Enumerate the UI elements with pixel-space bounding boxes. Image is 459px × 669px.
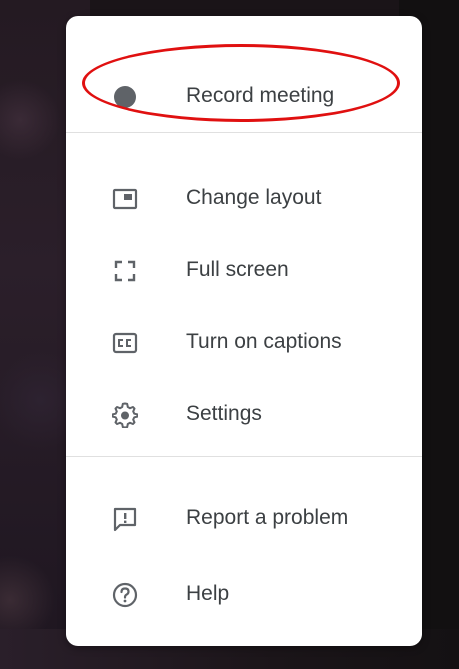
menu-item-turn-on-captions[interactable]: Turn on captions [66,310,422,374]
menu-item-full-screen[interactable]: Full screen [66,238,422,302]
menu-item-label: Help [186,582,230,605]
menu-item-report-a-problem[interactable]: Report a problem [66,486,422,550]
fullscreen-icon [112,258,138,284]
gear-icon [112,402,138,428]
menu-item-settings[interactable]: Settings [66,382,422,446]
menu-item-help[interactable]: Help [66,562,422,626]
layout-icon [112,186,138,212]
menu-item-label: Settings [186,402,262,425]
menu-item-label: Turn on captions [186,330,342,353]
help-circle-icon [112,582,138,608]
more-options-menu: Record meeting Change layout Full screen [66,16,422,646]
menu-divider [66,456,422,457]
menu-item-record-meeting[interactable]: Record meeting [66,64,422,128]
captions-icon [112,330,138,356]
menu-item-change-layout[interactable]: Change layout [66,166,422,230]
menu-divider [66,132,422,133]
report-feedback-icon [112,506,138,532]
menu-item-label: Report a problem [186,506,349,529]
menu-item-label: Full screen [186,258,289,281]
menu-item-label: Record meeting [186,84,335,107]
menu-item-label: Change layout [186,186,322,209]
record-dot-icon [112,84,138,110]
